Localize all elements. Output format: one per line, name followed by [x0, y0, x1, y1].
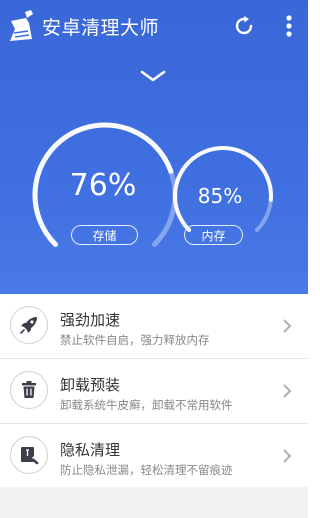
more-vert-icon [286, 15, 292, 37]
list-item-privacy[interactable]: 隐私清理 防止隐私泄漏，轻松清理不留痕迹 [0, 424, 308, 489]
list-item-subtitle: 防止隐私泄漏，轻松清理不留痕迹 [60, 463, 233, 477]
privacy-clean-icon [21, 447, 39, 465]
rocket-icon-badge [10, 306, 48, 344]
list-item-subtitle: 禁止软件自启，强力释放内存 [60, 333, 210, 347]
privacy-clean-icon-badge [10, 436, 48, 474]
dashboard-hero: 安卓清理大师 76% 85% 存储 内存 [0, 0, 308, 294]
trash-icon [22, 381, 36, 398]
more-options-button[interactable] [278, 12, 300, 40]
memory-button[interactable]: 内存 [184, 225, 243, 245]
refresh-icon [235, 16, 253, 35]
rocket-icon [20, 317, 37, 334]
memory-percent: 85% [197, 184, 243, 208]
list-item-subtitle: 卸载系统牛皮癣，卸载不常用软件 [60, 398, 233, 412]
trash-icon-badge [10, 371, 48, 409]
app-title: 安卓清理大师 [42, 17, 160, 39]
refresh-button[interactable] [230, 12, 258, 40]
list-item-uninstall[interactable]: 卸载预装 卸载系统牛皮癣，卸载不常用软件 [0, 359, 308, 424]
top-bar: 安卓清理大师 [0, 0, 308, 52]
storage-percent: 76% [69, 168, 137, 203]
feature-list: 强劲加速 禁止软件自启，强力释放内存 卸载预装 卸载系统牛皮癣，卸载不常用软件 [0, 294, 308, 489]
bottom-background [0, 487, 308, 518]
chevron-down-icon[interactable] [138, 68, 168, 84]
list-item-title: 隐私清理 [60, 441, 121, 459]
list-item-title: 卸载预装 [60, 376, 121, 394]
chevron-right-icon [283, 319, 292, 333]
storage-button[interactable]: 存储 [71, 225, 138, 245]
chevron-right-icon [283, 449, 292, 463]
list-item-boost[interactable]: 强劲加速 禁止软件自启，强力释放内存 [0, 294, 308, 359]
chevron-right-icon [283, 384, 292, 398]
broom-icon [10, 10, 33, 41]
list-item-title: 强劲加速 [60, 311, 121, 329]
